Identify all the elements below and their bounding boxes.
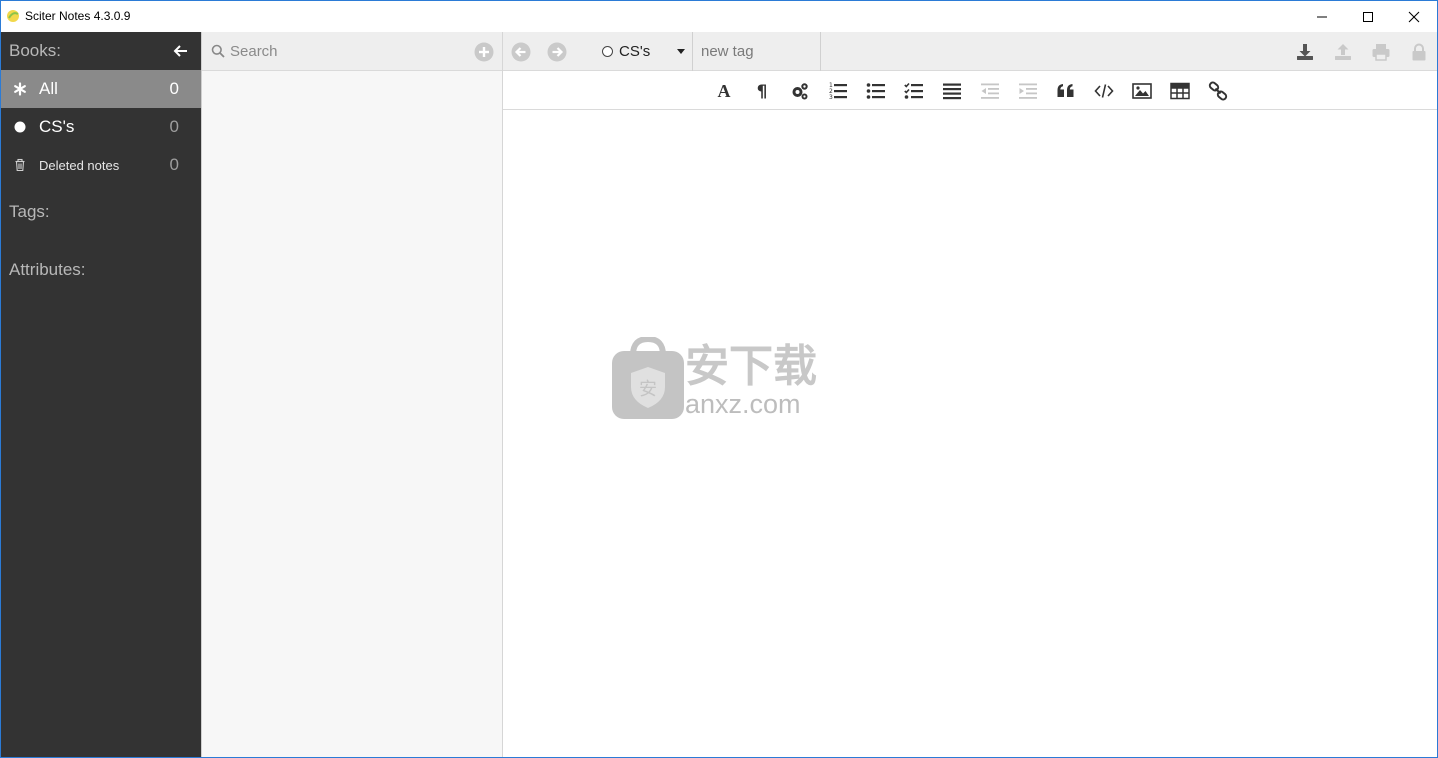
book-count: 0 xyxy=(169,155,179,174)
outdent-icon xyxy=(981,83,999,99)
asterisk-icon xyxy=(14,82,26,96)
paragraph-icon: ¶ xyxy=(757,82,768,101)
lock-button[interactable] xyxy=(1409,42,1429,62)
collapse-sidebar-button[interactable] xyxy=(172,42,190,60)
image-button[interactable] xyxy=(1131,80,1153,102)
search-input[interactable] xyxy=(230,40,470,62)
circle-icon xyxy=(14,121,26,133)
close-icon xyxy=(1408,11,1420,22)
download-icon xyxy=(1297,44,1313,60)
svg-text:¶: ¶ xyxy=(757,82,768,101)
table-icon xyxy=(1170,82,1190,100)
watermark-text: anxz.com xyxy=(685,389,801,419)
bullet-list-button[interactable] xyxy=(865,80,887,102)
lock-icon xyxy=(1412,43,1426,61)
link-button[interactable] xyxy=(1207,80,1229,102)
book-label: CS's xyxy=(39,117,75,136)
maximize-button[interactable] xyxy=(1345,1,1391,32)
ordered-list-button[interactable]: 123 xyxy=(827,80,849,102)
book-selector-label: CS's xyxy=(619,43,651,60)
download-button[interactable] xyxy=(1295,42,1315,62)
books-label: Books: xyxy=(9,41,61,60)
quote-button[interactable] xyxy=(1055,80,1077,102)
print-button[interactable] xyxy=(1371,42,1391,62)
book-selector[interactable]: CS's xyxy=(595,32,693,71)
add-note-button[interactable] xyxy=(474,42,494,62)
window-title: Sciter Notes 4.3.0.9 xyxy=(25,9,131,23)
books-header: Books: xyxy=(1,32,201,70)
minimize-button[interactable] xyxy=(1299,1,1345,32)
format-toolbar: A ¶ 123 xyxy=(503,71,1437,110)
title-bar[interactable]: Sciter Notes 4.3.0.9 xyxy=(1,1,1437,32)
justify-button[interactable] xyxy=(941,80,963,102)
outdent-button[interactable] xyxy=(979,80,1001,102)
editor-header: CS's xyxy=(503,32,1437,71)
circle-outline-icon xyxy=(602,46,613,57)
arrow-left-circle-icon xyxy=(511,42,531,62)
upload-icon xyxy=(1335,44,1351,60)
book-item-css[interactable]: CS's 0 xyxy=(1,108,201,146)
app-logo-icon xyxy=(7,10,19,22)
ordered-list-icon: 123 xyxy=(829,82,847,101)
forward-button[interactable] xyxy=(547,42,567,62)
attributes-label: Attributes: xyxy=(9,260,86,279)
search-icon xyxy=(211,44,225,58)
arrow-left-icon xyxy=(173,45,187,57)
svg-text:安下载: 安下载 xyxy=(685,341,817,389)
paragraph-button[interactable]: ¶ xyxy=(751,80,773,102)
editor-content[interactable]: 安 安下载 anxz.com xyxy=(503,111,1437,757)
back-button[interactable] xyxy=(511,42,531,62)
upload-button[interactable] xyxy=(1333,42,1353,62)
indent-button[interactable] xyxy=(1017,80,1039,102)
book-label: Deleted notes xyxy=(39,158,120,173)
svg-text:安: 安 xyxy=(639,379,657,400)
trash-icon xyxy=(15,158,25,172)
code-icon xyxy=(1094,84,1114,98)
print-icon xyxy=(1372,44,1390,61)
plus-circle-icon xyxy=(474,42,494,62)
book-label: All xyxy=(39,79,58,98)
caret-down-icon xyxy=(677,49,685,54)
link-icon xyxy=(1208,81,1228,101)
bullet-list-icon xyxy=(866,83,885,99)
indent-icon xyxy=(1019,83,1037,99)
search-bar xyxy=(202,32,502,71)
arrow-right-circle-icon xyxy=(547,42,567,62)
table-button[interactable] xyxy=(1169,80,1191,102)
image-icon xyxy=(1132,83,1152,99)
book-count: 0 xyxy=(169,79,179,98)
watermark: 安 安下载 anxz.com xyxy=(611,337,831,421)
code-button[interactable] xyxy=(1093,80,1115,102)
svg-text:A: A xyxy=(718,81,731,101)
checklist-icon xyxy=(904,82,923,99)
close-button[interactable] xyxy=(1391,1,1437,32)
font-button[interactable]: A xyxy=(713,80,735,102)
gears-icon xyxy=(792,83,808,100)
styles-button[interactable] xyxy=(789,80,811,102)
tags-label: Tags: xyxy=(9,202,50,221)
checklist-button[interactable] xyxy=(903,80,925,102)
minimize-icon xyxy=(1317,16,1327,17)
sidebar: Books: All 0 CS's 0 Deleted notes 0 Tags… xyxy=(1,32,201,757)
font-icon: A xyxy=(718,81,731,101)
maximize-icon xyxy=(1363,11,1373,22)
justify-icon xyxy=(943,83,961,100)
note-list-panel xyxy=(201,32,503,757)
book-count: 0 xyxy=(169,117,179,136)
svg-text:3: 3 xyxy=(829,94,833,101)
shield-bag-icon: 安 xyxy=(612,337,684,419)
book-item-all[interactable]: All 0 xyxy=(1,70,201,108)
quote-icon xyxy=(1057,84,1074,97)
watermark-logo-glyphs: 安下载 xyxy=(685,341,817,389)
new-tag-input[interactable] xyxy=(693,32,821,71)
app-window: Sciter Notes 4.3.0.9 Books: All 0 CS's 0… xyxy=(0,0,1438,758)
book-item-deleted-notes[interactable]: Deleted notes 0 xyxy=(1,146,201,184)
